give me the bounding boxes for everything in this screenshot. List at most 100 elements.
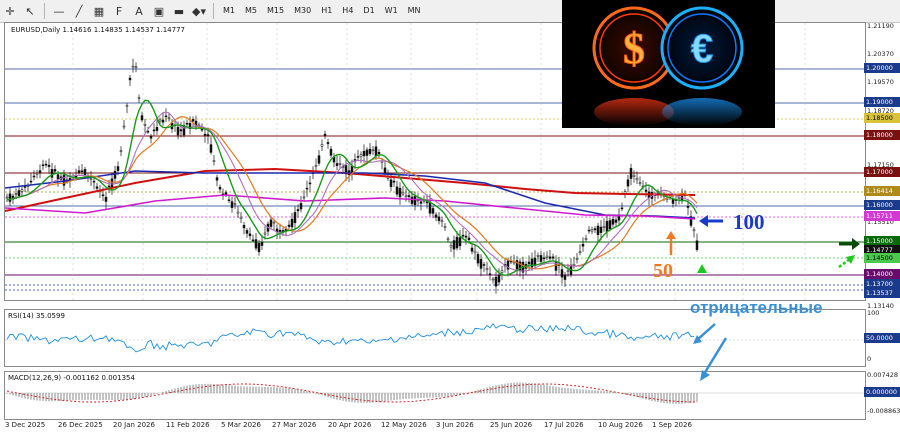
candle-body <box>305 187 309 190</box>
candle-body <box>398 187 402 198</box>
candle-body <box>563 275 567 280</box>
candle-body <box>566 270 570 272</box>
candle-body <box>671 199 675 204</box>
timeframe-m30[interactable]: M30 <box>289 2 316 20</box>
candle-body <box>629 167 633 179</box>
candle-body <box>407 195 411 198</box>
candle-body <box>359 154 363 157</box>
arrow-50-annotation <box>666 231 676 255</box>
candle-body <box>239 216 243 219</box>
candle-body <box>578 251 582 254</box>
rsi-line <box>6 323 695 353</box>
candle-body <box>5 196 9 199</box>
candle-body <box>440 220 444 223</box>
annotation-50-label: 50 <box>653 260 673 282</box>
candle-body <box>38 170 42 173</box>
candle-body <box>122 125 126 128</box>
shapes-icon[interactable]: ◆▾ <box>189 2 209 20</box>
timeframe-m1[interactable]: M1 <box>218 2 240 20</box>
candle-body <box>308 182 312 185</box>
candle-body <box>317 155 321 164</box>
candle-body <box>227 199 231 201</box>
crosshair-icon[interactable]: ✛ <box>0 2 20 20</box>
candle-body <box>485 268 489 271</box>
candle-body <box>464 235 468 238</box>
rsi-label: RSI(14) 35.0599 <box>8 312 65 320</box>
date-label: 17 Jul 2026 <box>544 421 584 429</box>
price-tick: 1.21190 <box>867 22 894 30</box>
price-axis: 1.21190 1.20370 1.19570 1.18720 1.17150 … <box>864 22 900 310</box>
text-icon[interactable]: A <box>129 2 149 20</box>
timeframe-d1[interactable]: D1 <box>358 2 379 20</box>
toolbar-separator <box>44 3 45 19</box>
candle-body <box>560 269 564 278</box>
candle-body <box>581 244 585 247</box>
price-label: 1.16000 <box>864 200 900 210</box>
price-label: 1.14000 <box>864 269 900 279</box>
timeframe-m15[interactable]: M15 <box>262 2 289 20</box>
rectangle-icon[interactable]: ▬ <box>169 2 189 20</box>
channel-icon[interactable]: ▦ <box>89 2 109 20</box>
candle-body <box>209 144 213 153</box>
candle-body <box>365 149 369 156</box>
candle-body <box>380 160 384 163</box>
trendline-icon[interactable]: ╱ <box>69 2 89 20</box>
macd-tick: 0.007428 <box>867 371 899 379</box>
candle-body <box>251 239 255 242</box>
timeframe-m5[interactable]: M5 <box>240 2 262 20</box>
candle-body <box>116 166 120 171</box>
timeframe-h4[interactable]: H4 <box>337 2 358 20</box>
candle-body <box>368 148 372 155</box>
timeframe-w1[interactable]: W1 <box>380 2 403 20</box>
fibonacci-icon[interactable]: F <box>109 2 129 20</box>
candle-body <box>590 228 594 232</box>
cursor-icon[interactable]: ↖ <box>20 2 40 20</box>
candle-body <box>494 276 498 287</box>
timeframe-mn[interactable]: MN <box>403 2 426 20</box>
candle-body <box>551 256 555 259</box>
label-icon[interactable]: ▣ <box>149 2 169 20</box>
candle-body <box>542 257 546 260</box>
candle-body <box>314 164 318 167</box>
candle-body <box>260 241 264 246</box>
candle-body <box>89 178 93 180</box>
candle-body <box>497 274 501 283</box>
candle-body <box>44 163 48 166</box>
timeframe-h1[interactable]: H1 <box>316 2 337 20</box>
annotation-100-label: 100 <box>733 210 765 234</box>
candle-body <box>632 174 636 177</box>
candle-body <box>329 148 333 156</box>
date-label: 11 Feb 2026 <box>166 421 210 429</box>
candle-body <box>236 211 240 214</box>
candle-body <box>107 185 111 188</box>
candle-body <box>692 229 696 232</box>
candle-body <box>248 233 252 237</box>
candle-body <box>626 179 630 187</box>
candle-body <box>158 119 162 122</box>
candle-body <box>272 221 276 224</box>
candle-body <box>395 186 399 195</box>
candle-body <box>587 229 591 232</box>
date-label: 20 Apr 2026 <box>328 421 372 429</box>
candle-body <box>8 193 12 202</box>
candle-body <box>203 133 207 136</box>
candle-body <box>164 115 168 118</box>
price-label: 1.18000 <box>864 130 900 140</box>
candle-body <box>527 261 531 265</box>
horizontal-line-icon[interactable]: — <box>49 2 69 20</box>
candle-body <box>608 220 612 229</box>
candle-body <box>206 134 210 137</box>
candle-body <box>602 226 606 228</box>
candle-body <box>200 128 204 131</box>
macd-pane[interactable]: MACD(12,26,9) -0.001162 0.001354 <box>4 371 866 420</box>
candle-body <box>467 237 471 241</box>
candle-body <box>29 180 33 183</box>
date-label: 1 Sep 2026 <box>652 421 692 429</box>
candle-body <box>185 122 189 125</box>
candle-body <box>446 238 450 241</box>
candle-body <box>299 203 303 210</box>
candle-body <box>53 169 57 172</box>
candle-body <box>125 104 129 107</box>
rsi-axis: 100 50.0000 0 <box>864 309 900 365</box>
candle-body <box>278 229 282 232</box>
